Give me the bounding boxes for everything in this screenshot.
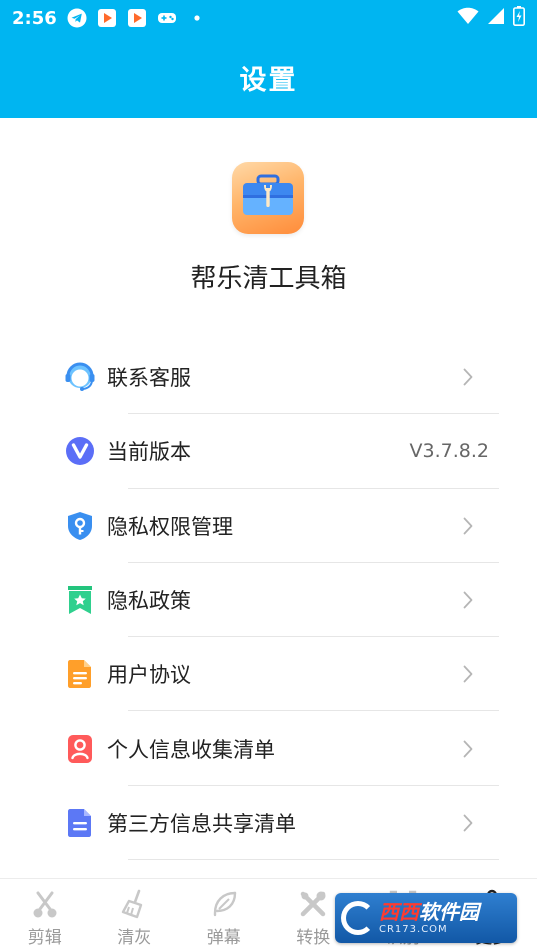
menu-item-label: 隐私政策 (107, 589, 191, 614)
play-store-icon (127, 8, 147, 28)
play-store-icon (97, 8, 117, 28)
gamepad-icon (157, 8, 177, 28)
battery-charging-icon (513, 6, 525, 30)
chevron-right-icon (461, 739, 475, 759)
watermark-main-part2: 软件园 (419, 899, 479, 924)
chevron-right-icon (461, 813, 475, 833)
notification-icons (67, 8, 207, 28)
chevron-right-icon (461, 367, 475, 387)
bookmark-star-icon (64, 584, 96, 616)
list-document-icon (64, 807, 96, 839)
dot-icon (187, 8, 207, 28)
chevron-right-icon (461, 664, 475, 684)
app-header: 设置 (0, 36, 537, 118)
nav-label: 弹幕 (206, 928, 241, 948)
signal-icon (487, 7, 505, 29)
menu-item-current-version[interactable]: 当前版本 V3.7.8.2 (0, 414, 537, 489)
nav-item-barrage[interactable]: 弹幕 (179, 879, 269, 948)
menu-item-personal-info-list[interactable]: 个人信息收集清单 (0, 711, 537, 786)
version-icon (64, 435, 96, 467)
watermark-c-icon (341, 901, 375, 935)
chevron-right-icon (461, 516, 475, 536)
wifi-icon (457, 7, 479, 29)
menu-item-third-party-sharing-list[interactable]: 第三方信息共享清单 (0, 786, 537, 861)
tools-icon (296, 889, 330, 919)
menu-item-label: 当前版本 (107, 440, 191, 465)
watermark-main-part1: 西西 (379, 899, 419, 924)
telegram-icon (67, 8, 87, 28)
person-icon (64, 733, 96, 765)
app-name: 帮乐清工具箱 (190, 264, 347, 294)
nav-label: 转换 (296, 928, 331, 948)
menu-item-privacy-policy[interactable]: 隐私政策 (0, 563, 537, 638)
divider (128, 859, 499, 861)
toolbox-icon (240, 174, 296, 222)
app-logo (232, 162, 304, 234)
system-icons (457, 6, 525, 30)
settings-menu: 联系客服 当前版本 V3.7.8.2 隐私权限管理 隐私政策 用户协议 个人信息… (0, 340, 537, 861)
menu-item-privacy-permission[interactable]: 隐私权限管理 (0, 489, 537, 563)
menu-item-label: 个人信息收集清单 (107, 737, 275, 762)
watermark-sub: CR173.COM (379, 923, 448, 935)
menu-item-label: 隐私权限管理 (107, 514, 233, 539)
broom-icon (117, 889, 151, 919)
menu-item-contact-service[interactable]: 联系客服 (0, 340, 537, 415)
status-bar: 2:56 (0, 0, 537, 36)
document-icon (64, 658, 96, 690)
customer-service-icon (64, 361, 96, 393)
watermark-main: 西西软件园 (379, 902, 479, 922)
status-time: 2:56 (12, 7, 57, 29)
menu-item-user-agreement[interactable]: 用户协议 (0, 637, 537, 712)
version-value: V3.7.8.2 (409, 440, 489, 463)
page-title: 设置 (239, 64, 298, 96)
scissors-icon (28, 889, 62, 919)
watermark-text: 西西软件园 CR173.COM (379, 902, 479, 935)
menu-item-label: 联系客服 (107, 366, 191, 391)
nav-label: 剪辑 (27, 928, 62, 948)
watermark-logo: 西西软件园 CR173.COM (335, 893, 517, 943)
feather-icon (207, 889, 241, 919)
chevron-right-icon (461, 590, 475, 610)
nav-label: 清灰 (117, 928, 152, 948)
menu-item-label: 用户协议 (107, 663, 191, 688)
shield-key-icon (64, 510, 96, 542)
nav-item-clean-dust[interactable]: 清灰 (90, 879, 180, 948)
nav-item-edit[interactable]: 剪辑 (0, 879, 90, 948)
menu-item-label: 第三方信息共享清单 (107, 811, 296, 836)
